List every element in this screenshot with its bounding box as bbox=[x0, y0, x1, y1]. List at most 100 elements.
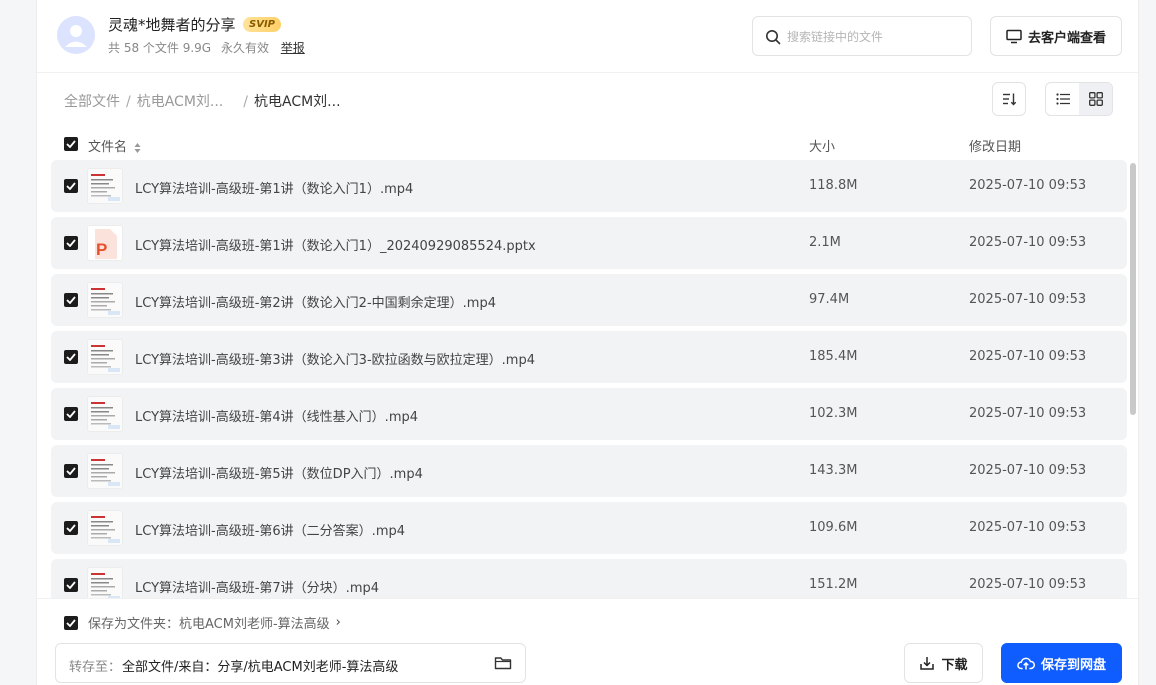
file-name[interactable]: LCY算法培训-高级班-第1讲（数论入门1）.mp4 bbox=[135, 178, 413, 197]
folder-icon[interactable] bbox=[494, 655, 512, 671]
file-checkbox[interactable] bbox=[64, 293, 78, 307]
file-row[interactable]: LCY算法培训-高级班-第7讲（分块）.mp4 151.2M 2025-07-10 … bbox=[51, 559, 1127, 598]
save-path-selector[interactable]: 转存至： 全部文件/来自：分享/杭电ACM刘老师-算法高级 bbox=[55, 643, 526, 683]
file-name[interactable]: LCY算法培训-高级班-第3讲（数论入门3-欧拉函数与欧拉定理）.mp4 bbox=[135, 349, 535, 368]
file-date: 2025-07-10 09:53 bbox=[969, 463, 1087, 478]
file-checkbox[interactable] bbox=[64, 578, 78, 592]
file-date: 2025-07-10 09:53 bbox=[969, 520, 1087, 535]
video-thumbnail-icon bbox=[88, 511, 122, 545]
share-panel: 灵魂*地舞者的分享 SVIP 共 58 个文件 9.9G 永久有效 举报 去客户… bbox=[36, 0, 1139, 685]
file-row[interactable]: LCY算法培训-高级班-第6讲（二分答案）.mp4 109.6M 2025-07-1… bbox=[51, 502, 1127, 554]
file-thumbnail: P bbox=[87, 225, 123, 261]
file-thumbnail bbox=[87, 282, 123, 318]
file-checkbox[interactable] bbox=[64, 350, 78, 364]
search-input[interactable] bbox=[787, 26, 963, 48]
ppt-file-icon: P bbox=[88, 226, 122, 260]
breadcrumb: 全部文件 / 杭电ACM刘... / 杭电ACM刘... bbox=[64, 91, 341, 111]
breadcrumb-separator: / bbox=[243, 94, 248, 110]
save-as-folder-label: 保存为文件夹：杭电ACM刘老师-算法高级 bbox=[88, 617, 330, 632]
save-as-folder-checkbox[interactable] bbox=[64, 615, 78, 630]
avatar bbox=[57, 16, 95, 54]
check-icon bbox=[66, 410, 76, 418]
check-icon bbox=[66, 581, 76, 589]
sort-button[interactable] bbox=[992, 82, 1026, 116]
check-icon bbox=[66, 353, 76, 361]
grid-view-icon bbox=[1088, 92, 1103, 106]
scrollbar[interactable] bbox=[1128, 160, 1138, 598]
file-name[interactable]: LCY算法培训-高级班-第7讲（分块）.mp4 bbox=[135, 577, 379, 596]
video-thumbnail-icon bbox=[88, 454, 122, 488]
search-box[interactable] bbox=[752, 16, 972, 56]
column-header-date: 修改日期 bbox=[969, 140, 1022, 155]
file-row[interactable]: LCY算法培训-高级班-第5讲（数位DP入门）.mp4 143.3M 2025-07… bbox=[51, 445, 1127, 497]
footer: 保存为文件夹：杭电ACM刘老师-算法高级 › 转存至： 全部文件/来自：分享/杭… bbox=[37, 598, 1138, 685]
breadcrumb-current: 杭电ACM刘... bbox=[253, 94, 341, 110]
file-checkbox[interactable] bbox=[64, 464, 78, 478]
cloud-upload-icon bbox=[1017, 657, 1035, 670]
validity: 永久有效 bbox=[220, 41, 269, 55]
scrollbar-thumb[interactable] bbox=[1130, 163, 1136, 415]
file-size: 102.3M bbox=[809, 406, 858, 421]
share-header: 灵魂*地舞者的分享 SVIP 共 58 个文件 9.9G 永久有效 举报 去客户… bbox=[37, 0, 1138, 73]
file-list: LCY算法培训-高级班-第1讲（数论入门1）.mp4 118.8M 2025-07-… bbox=[51, 160, 1127, 598]
column-header-size: 大小 bbox=[809, 140, 836, 155]
column-name-label: 文件名 bbox=[88, 140, 128, 155]
share-meta: 共 58 个文件 9.9G 永久有效 举报 bbox=[108, 39, 311, 56]
download-button[interactable]: 下载 bbox=[904, 643, 983, 683]
file-row[interactable]: LCY算法培训-高级班-第1讲（数论入门1）.mp4 118.8M 2025-07-… bbox=[51, 160, 1127, 212]
download-label: 下载 bbox=[941, 657, 968, 673]
download-icon bbox=[920, 657, 935, 670]
file-name[interactable]: LCY算法培训-高级班-第6讲（二分答案）.mp4 bbox=[135, 520, 405, 539]
select-all-checkbox[interactable] bbox=[64, 137, 78, 151]
file-row[interactable]: LCY算法培训-高级班-第3讲（数论入门3-欧拉函数与欧拉定理）.mp4 185.… bbox=[51, 331, 1127, 383]
file-date: 2025-07-10 09:53 bbox=[969, 178, 1087, 193]
vip-badge: SVIP bbox=[243, 17, 281, 32]
file-checkbox[interactable] bbox=[64, 236, 78, 250]
column-header-name[interactable]: 文件名 bbox=[88, 136, 141, 155]
save-to-path: 全部文件/来自：分享/杭电ACM刘老师-算法高级 bbox=[122, 660, 399, 675]
file-checkbox[interactable] bbox=[64, 521, 78, 535]
table-header: 文件名 大小 修改日期 bbox=[37, 130, 1138, 158]
video-thumbnail-icon bbox=[88, 568, 122, 598]
sort-icon bbox=[1003, 93, 1017, 106]
file-date: 2025-07-10 09:53 bbox=[969, 349, 1087, 364]
user-avatar-icon bbox=[57, 16, 95, 54]
file-row[interactable]: LCY算法培训-高级班-第4讲（线性基入门）.mp4 102.3M 2025-07-… bbox=[51, 388, 1127, 440]
list-view-icon bbox=[1055, 93, 1070, 105]
file-name[interactable]: LCY算法培训-高级班-第4讲（线性基入门）.mp4 bbox=[135, 406, 418, 425]
breadcrumb-parent[interactable]: 杭电ACM刘... bbox=[137, 94, 224, 110]
file-size: 2.1M bbox=[809, 235, 841, 250]
list-view-button[interactable] bbox=[1046, 83, 1079, 115]
file-checkbox[interactable] bbox=[64, 179, 78, 193]
file-date: 2025-07-10 09:53 bbox=[969, 406, 1087, 421]
file-size: 143.3M bbox=[809, 463, 858, 478]
file-name[interactable]: LCY算法培训-高级班-第5讲（数位DP入门）.mp4 bbox=[135, 463, 423, 482]
save-to-cloud-button[interactable]: 保存到网盘 bbox=[1001, 643, 1122, 683]
video-thumbnail-icon bbox=[88, 397, 122, 431]
view-toggle bbox=[1045, 82, 1113, 116]
file-date: 2025-07-10 09:53 bbox=[969, 292, 1087, 307]
breadcrumb-root[interactable]: 全部文件 bbox=[64, 94, 120, 110]
svg-text:P: P bbox=[96, 240, 107, 259]
report-link[interactable]: 举报 bbox=[281, 41, 305, 55]
file-name[interactable]: LCY算法培训-高级班-第2讲（数论入门2-中国剩余定理）.mp4 bbox=[135, 292, 496, 311]
check-icon bbox=[66, 296, 76, 304]
file-row[interactable]: LCY算法培训-高级班-第2讲（数论入门2-中国剩余定理）.mp4 97.4M 20… bbox=[51, 274, 1127, 326]
file-thumbnail bbox=[87, 510, 123, 546]
file-size: 185.4M bbox=[809, 349, 858, 364]
file-thumbnail bbox=[87, 396, 123, 432]
video-thumbnail-icon bbox=[88, 169, 122, 203]
file-size: 118.8M bbox=[809, 178, 858, 193]
file-size: 109.6M bbox=[809, 520, 858, 535]
video-thumbnail-icon bbox=[88, 283, 122, 317]
save-as-folder-option[interactable]: 保存为文件夹：杭电ACM刘老师-算法高级 › bbox=[64, 613, 341, 632]
save-to-cloud-label: 保存到网盘 bbox=[1040, 657, 1106, 673]
monitor-icon bbox=[1006, 29, 1022, 43]
file-name[interactable]: LCY算法培训-高级班-第1讲（数论入门1）_20240929085524.pp… bbox=[135, 235, 536, 254]
file-row[interactable]: P LCY算法培训-高级班-第1讲（数论入门1）_20240929085524.p… bbox=[51, 217, 1127, 269]
open-client-button[interactable]: 去客户端查看 bbox=[990, 16, 1122, 56]
video-thumbnail-icon bbox=[88, 340, 122, 374]
check-icon bbox=[66, 182, 76, 190]
grid-view-button[interactable] bbox=[1079, 83, 1112, 115]
file-checkbox[interactable] bbox=[64, 407, 78, 421]
